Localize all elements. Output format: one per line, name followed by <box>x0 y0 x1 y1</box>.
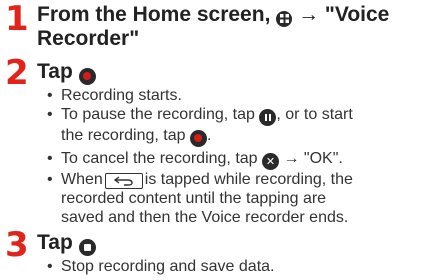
pause-icon <box>259 109 277 126</box>
list-item: To cancel the recording, tap ✕ → "OK". <box>47 149 432 170</box>
list-item: Recording starts. <box>47 86 432 105</box>
record-icon <box>189 129 207 147</box>
step-title: Tap <box>37 231 96 256</box>
list-item: Stop recording and save data. <box>47 257 432 276</box>
cancel-icon: ✕ <box>262 152 280 170</box>
back-key-icon <box>104 172 143 189</box>
step-number: 2 <box>5 53 29 93</box>
step-2-notes: Recording starts. To pause the recording… <box>47 86 432 227</box>
list-item: When is tapped while recording, the reco… <box>47 170 432 227</box>
step-title: Tap <box>37 60 96 85</box>
step-title: From the Home screen, → "Voice Recorder" <box>37 3 390 50</box>
step-3-notes: Stop recording and save data. <box>47 257 432 276</box>
list-item: To pause the recording, tap , or to star… <box>47 105 432 147</box>
step-number: 3 <box>5 225 29 265</box>
step-number: 1 <box>5 0 29 39</box>
record-icon <box>78 67 96 85</box>
apps-grid-icon <box>276 10 293 27</box>
stop-icon <box>78 239 96 256</box>
